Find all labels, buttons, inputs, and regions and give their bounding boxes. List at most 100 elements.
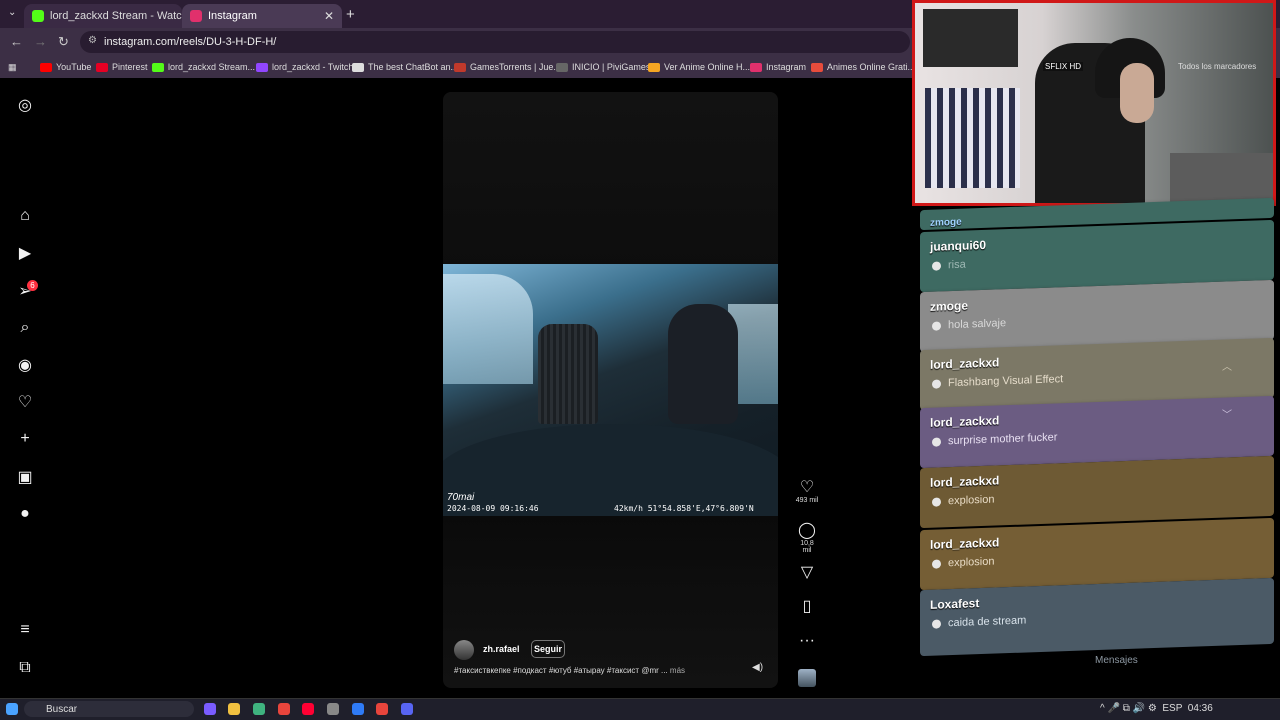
bookmark-gamestorrents[interactable]: GamesTorrents | Jue... bbox=[454, 62, 561, 72]
explore-compass-icon[interactable]: ◉ bbox=[16, 356, 34, 374]
also-from-meta-icon[interactable]: ⧉ bbox=[16, 659, 34, 677]
reload-icon[interactable]: ↻ bbox=[58, 34, 69, 50]
streamer-face bbox=[1120, 63, 1154, 123]
tab-kick-stream[interactable]: lord_zackxd Stream - Watch Liv ✕ bbox=[24, 4, 182, 28]
site-info-icon[interactable]: ⚙ bbox=[88, 35, 97, 46]
windows-start-icon[interactable] bbox=[6, 703, 18, 715]
bookmark-chatbot[interactable]: The best ChatBot an... bbox=[352, 62, 458, 72]
save-action[interactable]: ▯ bbox=[795, 598, 819, 616]
bookmark-pinterest[interactable]: Pinterest bbox=[96, 62, 148, 72]
dashcam-gps: 42km/h 51°54.858'E,47°6.809'N bbox=[614, 504, 754, 513]
share-send-icon[interactable]: ▽ bbox=[795, 564, 819, 582]
bookmark-icon[interactable]: ▯ bbox=[795, 598, 819, 616]
copilot-icon[interactable] bbox=[204, 703, 216, 715]
original-audio-thumbnail[interactable] bbox=[798, 669, 816, 687]
striped-bed bbox=[925, 88, 1020, 188]
car-seat bbox=[538, 324, 598, 424]
search-icon[interactable]: ⌕ bbox=[16, 319, 34, 337]
partial-bookmark-label: SFLIX HD bbox=[1043, 62, 1084, 71]
system-tray[interactable]: ^ 🎤 ⧉ 🔊 ⚙ ESP 04:36 bbox=[1100, 703, 1213, 714]
instagram-logo-icon[interactable]: ◎ bbox=[16, 96, 34, 114]
animes-icon bbox=[811, 62, 823, 72]
new-tab-button[interactable]: + bbox=[346, 6, 355, 23]
bookmark-pivigames[interactable]: INICIO | PiviGames bbox=[556, 62, 650, 72]
dashcam-timestamp: 2024-08-09 09:16:46 bbox=[447, 504, 539, 513]
forward-arrow-icon[interactable]: → bbox=[34, 34, 47, 49]
pinterest-icon bbox=[96, 62, 108, 72]
kick-icon bbox=[152, 62, 164, 72]
chrome-icon[interactable] bbox=[278, 703, 290, 715]
volume-icon[interactable]: ◀) bbox=[752, 662, 763, 673]
bookmark-label: Animes Online Grati... bbox=[827, 62, 916, 72]
profile-avatar-icon[interactable]: ● bbox=[16, 505, 34, 523]
caption-text: #таксиствкепке #подкаст #ютуб #атырау #т… bbox=[454, 666, 668, 675]
instagram-favicon-icon bbox=[190, 10, 202, 22]
more-options-action[interactable]: ··· bbox=[795, 632, 819, 650]
home-icon[interactable]: ⌂ bbox=[16, 207, 34, 225]
file-explorer-icon[interactable] bbox=[228, 703, 240, 715]
instagram-favicon-icon bbox=[750, 62, 762, 72]
taskbar-search-input[interactable]: Buscar bbox=[24, 701, 194, 717]
all-bookmarks-folder[interactable]: Todos los marcadores bbox=[1178, 62, 1256, 71]
follow-button[interactable]: Seguir bbox=[531, 640, 565, 658]
bookmark-label: GamesTorrents | Jue... bbox=[470, 62, 561, 72]
author-avatar[interactable] bbox=[454, 640, 474, 660]
bookmark-label: Ver Anime Online H... bbox=[664, 62, 751, 72]
dashcam-brand: 70mai bbox=[447, 492, 475, 503]
comment-count: 10,8 mil bbox=[800, 540, 814, 554]
tray-clock: 04:36 bbox=[1187, 703, 1213, 714]
twitch-icon bbox=[256, 62, 268, 72]
comment-action[interactable]: ◯ 10,8 mil bbox=[795, 522, 819, 554]
pivigames-icon bbox=[556, 62, 568, 72]
dashboard-icon[interactable]: ▣ bbox=[16, 468, 34, 486]
apps-grid-icon[interactable]: ▦ bbox=[8, 62, 17, 73]
anime-icon bbox=[648, 62, 660, 72]
bookmark-instagram[interactable]: Instagram bbox=[750, 62, 806, 72]
chevron-up-icon[interactable]: ︿ bbox=[1222, 358, 1232, 373]
tab-instagram[interactable]: Instagram ✕ bbox=[182, 4, 342, 28]
gamestorrents-icon bbox=[454, 62, 466, 72]
bookmark-anime[interactable]: Ver Anime Online H... bbox=[648, 62, 750, 72]
heart-icon[interactable]: ♡ bbox=[16, 393, 34, 411]
app-icon[interactable] bbox=[253, 703, 265, 715]
car-dashboard bbox=[443, 424, 778, 516]
chatbot-icon bbox=[352, 62, 364, 72]
reel-video-frame[interactable] bbox=[443, 264, 778, 516]
chat-footer-label: Mensajes bbox=[1095, 655, 1138, 666]
app-icon[interactable] bbox=[352, 703, 364, 715]
bookmark-kick[interactable]: lord_zackxd Stream... bbox=[152, 62, 255, 72]
caption-more-link[interactable]: más bbox=[670, 666, 685, 675]
chevron-down-icon[interactable]: ﹀ bbox=[1222, 406, 1232, 421]
like-action[interactable]: ♡ 493 mil bbox=[795, 479, 819, 504]
reels-icon[interactable]: ▶ bbox=[16, 244, 34, 262]
car-window bbox=[443, 274, 533, 384]
bookmark-label: Instagram bbox=[766, 62, 807, 72]
tab-label: Instagram bbox=[208, 10, 257, 22]
tab-list-chevron-icon[interactable]: ⌄ bbox=[8, 7, 16, 18]
streamer-webcam bbox=[912, 0, 1276, 206]
obs-icon[interactable] bbox=[327, 703, 339, 715]
bookmark-twitch[interactable]: lord_zackxd - Twitch bbox=[256, 62, 353, 72]
url-input[interactable]: instagram.com/reels/DU-3-H-DF-H/ bbox=[80, 31, 910, 53]
discord-icon[interactable] bbox=[401, 703, 413, 715]
reel-caption: #таксиствкепке #подкаст #ютуб #атырау #т… bbox=[454, 666, 754, 675]
bookmark-label: The best ChatBot an... bbox=[368, 62, 459, 72]
author-username[interactable]: zh.rafael bbox=[483, 644, 520, 654]
tab-label: lord_zackxd Stream - Watch Liv bbox=[50, 10, 182, 22]
tray-language: ESP bbox=[1162, 703, 1183, 714]
back-arrow-icon[interactable]: ← bbox=[10, 34, 23, 49]
create-plus-icon[interactable]: + bbox=[16, 430, 34, 448]
chat-message: lord_zackxd explosion bbox=[920, 455, 1274, 529]
heart-icon[interactable]: ♡ bbox=[795, 479, 819, 497]
share-action[interactable]: ▽ bbox=[795, 564, 819, 582]
more-dots-icon[interactable]: ··· bbox=[795, 632, 819, 650]
chrome-icon[interactable] bbox=[376, 703, 388, 715]
comment-bubble-icon[interactable]: ◯ bbox=[795, 522, 819, 540]
bookmark-label: Pinterest bbox=[112, 62, 148, 72]
bookmark-youtube[interactable]: YouTube bbox=[40, 62, 91, 72]
bookmark-label: YouTube bbox=[56, 62, 92, 72]
menu-hamburger-icon[interactable]: ≡ bbox=[16, 621, 34, 639]
youtube-app-icon[interactable] bbox=[302, 703, 314, 715]
bookmark-animes-online[interactable]: Animes Online Grati... bbox=[811, 62, 915, 72]
close-tab-icon[interactable]: ✕ bbox=[324, 9, 334, 23]
